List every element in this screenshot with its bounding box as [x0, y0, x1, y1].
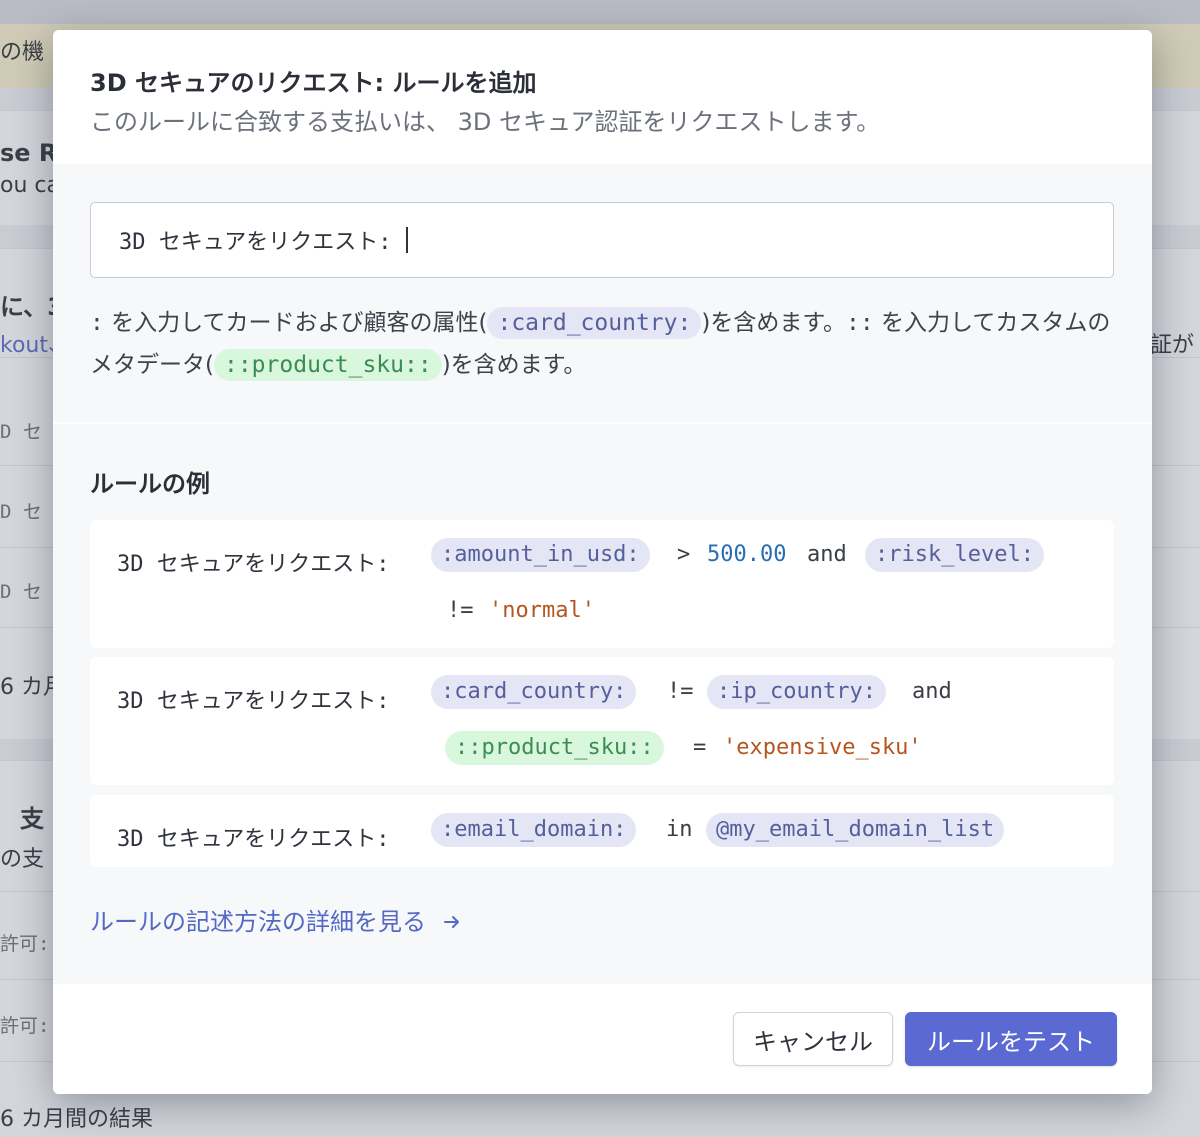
- rule-help-text: : を入力してカードおよび顧客の属性(:card_country:)を含めます。…: [90, 302, 1120, 386]
- cancel-button[interactable]: キャンセル: [733, 1012, 893, 1066]
- operator: and: [912, 679, 952, 704]
- allow-row-text: 許可:: [0, 933, 50, 955]
- attribute-chip: :amount_in_usd:: [431, 538, 650, 572]
- rule-input-prefix: 3D セキュアをリクエスト:: [119, 230, 392, 255]
- help-double-colon-code: ::: [846, 310, 874, 336]
- attribute-chip: :card_country:: [487, 307, 702, 339]
- operator: =: [693, 735, 707, 760]
- card-text: の支: [0, 847, 45, 872]
- operator: !=: [447, 598, 474, 623]
- operator: and: [807, 542, 847, 567]
- rule-row-text: D セ: [0, 421, 42, 443]
- top-bar: [0, 0, 1200, 24]
- help-text: )を含めます。: [441, 352, 587, 378]
- help-text: )を含めます。: [701, 310, 847, 336]
- list-chip: @my_email_domain_list: [706, 813, 1005, 847]
- string-literal: 'normal': [489, 598, 595, 623]
- example-rule[interactable]: 3D セキュアをリクエスト: :card_country: != :ip_cou…: [90, 657, 1114, 785]
- text-caret: [405, 227, 408, 253]
- operator: in: [666, 817, 693, 842]
- example-rule[interactable]: 3D セキュアをリクエスト: :amount_in_usd: > 500.00 …: [90, 520, 1114, 648]
- example-rule[interactable]: 3D セキュアをリクエスト: :email_domain: in @my_ema…: [90, 795, 1114, 867]
- card-title: 支: [20, 805, 44, 833]
- rule-row-text: D セ: [0, 501, 42, 523]
- attribute-chip: :risk_level:: [865, 538, 1044, 572]
- number-literal: 500.00: [707, 542, 787, 567]
- rule-docs-link-label: ルールの記述方法の詳細を見る: [90, 908, 426, 936]
- metadata-chip: ::product_sku::: [445, 731, 664, 765]
- rule-input-section: 3D セキュアをリクエスト: : を入力してカードおよび顧客の属性(:card_…: [53, 164, 1152, 422]
- string-literal: 'expensive_sku': [723, 735, 922, 760]
- attribute-chip: :card_country:: [431, 675, 637, 709]
- example-prefix: 3D セキュアをリクエスト:: [117, 552, 390, 577]
- attribute-chip: :email_domain:: [431, 813, 637, 847]
- metadata-chip: ::product_sku::: [213, 349, 442, 381]
- modal-footer: キャンセル ルールをテスト: [53, 984, 1152, 1094]
- example-prefix: 3D セキュアをリクエスト:: [117, 827, 390, 852]
- modal-title: 3D セキュアのリクエスト: ルールを追加: [90, 69, 537, 97]
- card-text: 証が: [1150, 333, 1195, 358]
- rule-docs-link[interactable]: ルールの記述方法の詳細を見る: [90, 902, 462, 937]
- attribute-chip: :ip_country:: [707, 675, 886, 709]
- operator: >: [677, 542, 691, 567]
- help-text: を入力してカードおよび顧客の属性(: [103, 310, 488, 336]
- help-colon-code: :: [90, 310, 104, 336]
- examples-section: ルールの例 3D セキュアをリクエスト: :amount_in_usd: > 5…: [53, 424, 1152, 984]
- allow-row-text: 許可:: [0, 1015, 50, 1037]
- rule-row-text: D セ: [0, 581, 42, 603]
- arrow-right-icon: [443, 916, 459, 928]
- banner-text: の機: [0, 40, 45, 65]
- test-rule-button[interactable]: ルールをテスト: [905, 1012, 1117, 1066]
- modal-subtitle: このルールに合致する支払いは、 3D セキュア認証をリクエストします。: [90, 108, 881, 136]
- modal-header: 3D セキュアのリクエスト: ルールを追加 このルールに合致する支払いは、 3D…: [53, 30, 1152, 164]
- card-text: ou ca: [0, 173, 60, 198]
- examples-heading: ルールの例: [90, 470, 210, 498]
- operator: !=: [667, 679, 694, 704]
- example-prefix: 3D セキュアをリクエスト:: [117, 689, 390, 714]
- results-text: 6 カ月間の結果: [0, 1107, 153, 1132]
- rule-input[interactable]: 3D セキュアをリクエスト:: [90, 202, 1114, 278]
- add-rule-modal: 3D セキュアのリクエスト: ルールを追加 このルールに合致する支払いは、 3D…: [53, 30, 1152, 1094]
